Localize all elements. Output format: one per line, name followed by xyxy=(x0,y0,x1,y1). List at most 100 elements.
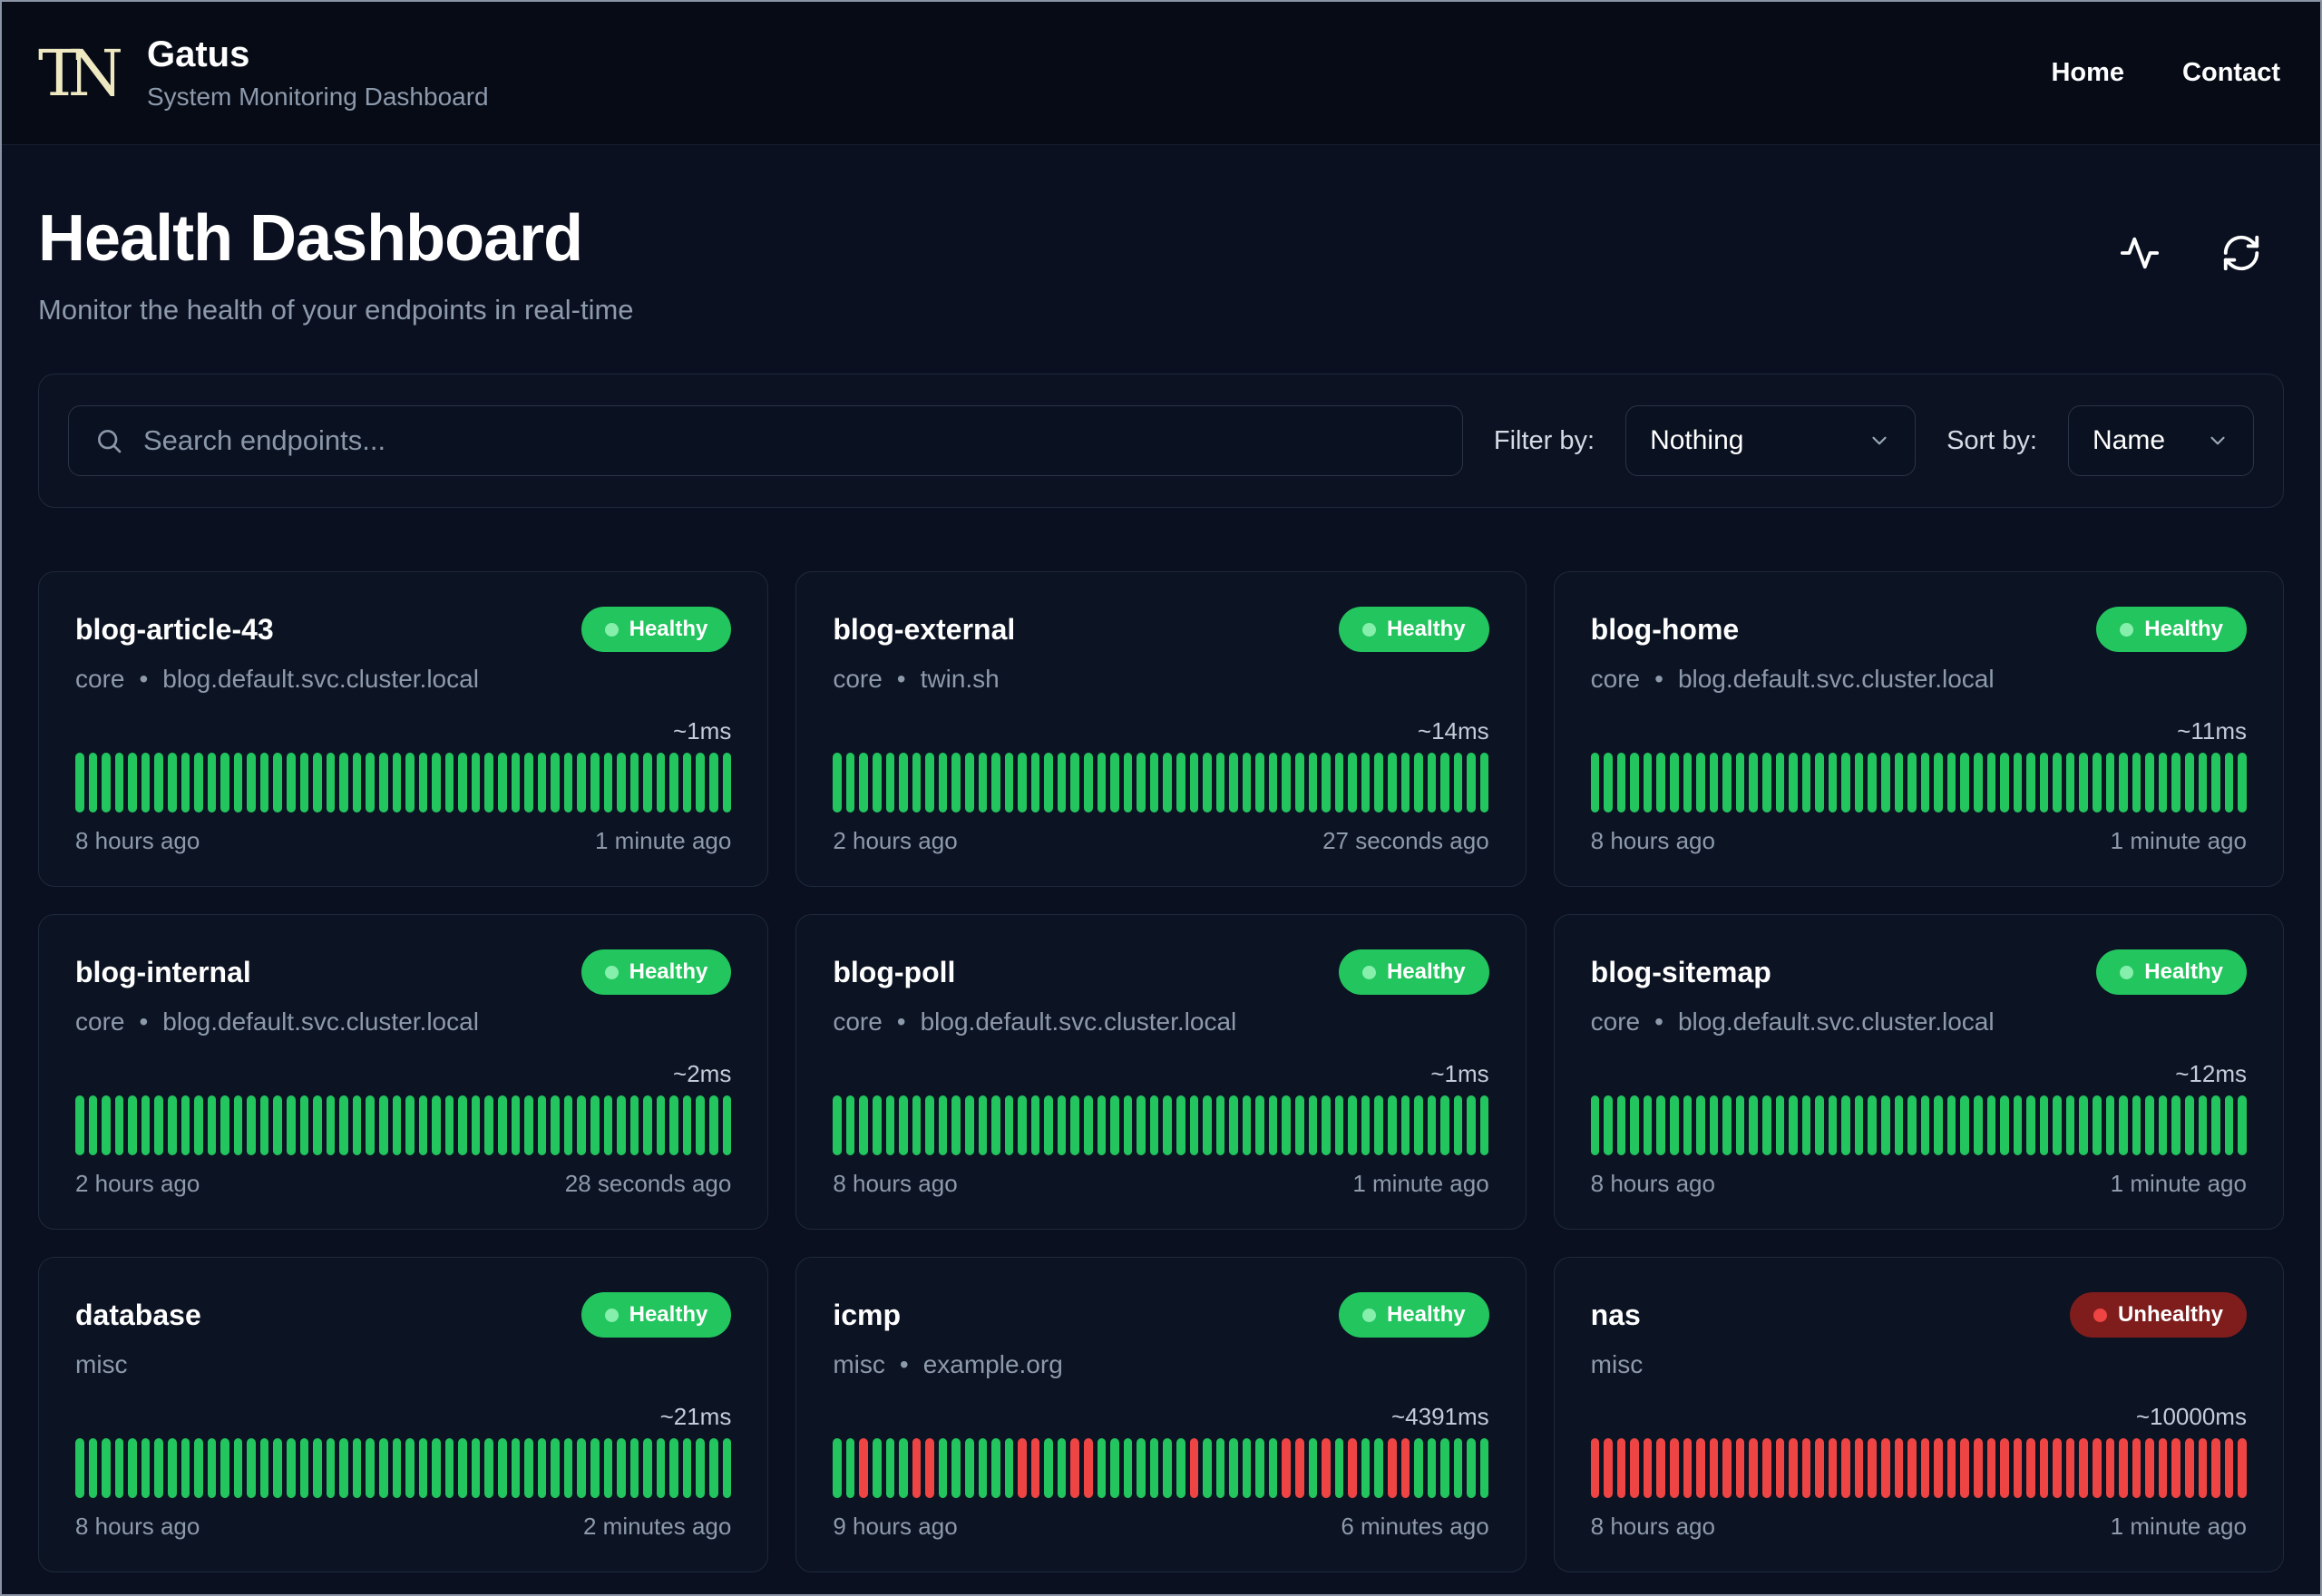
uptime-bar[interactable] xyxy=(233,753,243,813)
uptime-bar[interactable] xyxy=(1973,753,1983,813)
uptime-bar[interactable] xyxy=(194,1095,203,1155)
uptime-bar[interactable] xyxy=(1018,1095,1027,1155)
uptime-bar[interactable] xyxy=(2039,1095,2049,1155)
uptime-bar[interactable] xyxy=(1361,753,1371,813)
uptime-bar[interactable] xyxy=(167,1095,177,1155)
uptime-bar[interactable] xyxy=(511,753,521,813)
uptime-bar[interactable] xyxy=(1229,1095,1238,1155)
uptime-bar[interactable] xyxy=(247,1438,256,1498)
uptime-bar[interactable] xyxy=(2105,753,2115,813)
uptime-bar[interactable] xyxy=(643,753,652,813)
uptime-bar[interactable] xyxy=(88,1438,98,1498)
uptime-bar[interactable] xyxy=(75,1095,84,1155)
uptime-bar[interactable] xyxy=(2065,1095,2075,1155)
uptime-bar[interactable] xyxy=(938,1438,948,1498)
uptime-bar[interactable] xyxy=(366,1095,375,1155)
uptime-bar[interactable] xyxy=(432,1438,441,1498)
uptime-bar[interactable] xyxy=(885,753,895,813)
uptime-bar[interactable] xyxy=(951,753,961,813)
filter-select[interactable]: Nothing xyxy=(1625,405,1917,476)
uptime-bar[interactable] xyxy=(378,1438,388,1498)
uptime-bar[interactable] xyxy=(1044,1095,1053,1155)
endpoint-card[interactable]: nas Unhealthy misc • ~10000ms 8 hours ag… xyxy=(1553,1257,2284,1572)
uptime-bar[interactable] xyxy=(287,753,296,813)
uptime-bar[interactable] xyxy=(1479,753,1489,813)
uptime-bar[interactable] xyxy=(1881,753,1890,813)
uptime-bar[interactable] xyxy=(313,753,322,813)
uptime-bar[interactable] xyxy=(1427,753,1437,813)
uptime-bar[interactable] xyxy=(1894,1095,1904,1155)
uptime-bar[interactable] xyxy=(2184,1095,2194,1155)
uptime-bar[interactable] xyxy=(194,1438,203,1498)
uptime-bar[interactable] xyxy=(1268,1438,1278,1498)
uptime-bar[interactable] xyxy=(1841,753,1850,813)
uptime-bar[interactable] xyxy=(2224,1438,2234,1498)
uptime-bar[interactable] xyxy=(2053,1095,2062,1155)
uptime-bar[interactable] xyxy=(2132,753,2142,813)
uptime-bar[interactable] xyxy=(1709,1095,1719,1155)
uptime-bar[interactable] xyxy=(1854,753,1864,813)
uptime-bar[interactable] xyxy=(1894,753,1904,813)
uptime-bar[interactable] xyxy=(1656,1438,1666,1498)
uptime-bar[interactable] xyxy=(1176,1095,1185,1155)
uptime-bar[interactable] xyxy=(1334,753,1344,813)
uptime-bar[interactable] xyxy=(259,1095,269,1155)
uptime-bar[interactable] xyxy=(991,753,1000,813)
uptime-bar[interactable] xyxy=(2184,753,2194,813)
uptime-bar[interactable] xyxy=(1084,1095,1093,1155)
uptime-bar[interactable] xyxy=(709,1095,718,1155)
uptime-bar[interactable] xyxy=(1084,1438,1093,1498)
uptime-bar[interactable] xyxy=(1348,753,1357,813)
uptime-bar[interactable] xyxy=(1255,1095,1264,1155)
uptime-bar[interactable] xyxy=(339,753,348,813)
uptime-bar[interactable] xyxy=(1907,753,1917,813)
uptime-bar[interactable] xyxy=(577,1438,586,1498)
uptime-bar[interactable] xyxy=(964,753,974,813)
uptime-bar[interactable] xyxy=(418,1438,428,1498)
uptime-bar[interactable] xyxy=(1030,1095,1040,1155)
uptime-bar[interactable] xyxy=(498,753,507,813)
uptime-bar[interactable] xyxy=(392,753,402,813)
uptime-bar[interactable] xyxy=(444,1438,454,1498)
uptime-bar[interactable] xyxy=(833,1095,842,1155)
uptime-bar[interactable] xyxy=(1934,1438,1943,1498)
uptime-bar[interactable] xyxy=(1004,753,1014,813)
uptime-bar[interactable] xyxy=(912,753,922,813)
endpoint-card[interactable]: blog-external Healthy core • twin.sh ~14… xyxy=(795,571,1527,887)
uptime-bar[interactable] xyxy=(154,1438,163,1498)
uptime-bar[interactable] xyxy=(563,1095,573,1155)
uptime-bar[interactable] xyxy=(75,753,84,813)
uptime-bar[interactable] xyxy=(1440,1095,1449,1155)
uptime-bar[interactable] xyxy=(991,1095,1000,1155)
uptime-bar[interactable] xyxy=(1110,753,1119,813)
uptime-bar[interactable] xyxy=(1097,1095,1107,1155)
uptime-bar[interactable] xyxy=(859,1095,869,1155)
uptime-bar[interactable] xyxy=(1308,753,1318,813)
uptime-bar[interactable] xyxy=(617,1095,626,1155)
uptime-bar[interactable] xyxy=(1070,1438,1080,1498)
uptime-bar[interactable] xyxy=(1149,1095,1159,1155)
uptime-bar[interactable] xyxy=(1630,1438,1639,1498)
uptime-bar[interactable] xyxy=(1722,1095,1732,1155)
uptime-bar[interactable] xyxy=(1004,1438,1014,1498)
uptime-bar[interactable] xyxy=(643,1095,652,1155)
uptime-bar[interactable] xyxy=(1308,1095,1318,1155)
uptime-bar[interactable] xyxy=(1881,1095,1890,1155)
uptime-bar[interactable] xyxy=(458,1095,467,1155)
uptime-bar[interactable] xyxy=(2105,1095,2115,1155)
uptime-bar[interactable] xyxy=(537,1095,547,1155)
uptime-bar[interactable] xyxy=(313,1438,322,1498)
uptime-bar[interactable] xyxy=(1683,1095,1693,1155)
uptime-bar[interactable] xyxy=(964,1438,974,1498)
endpoint-card[interactable]: icmp Healthy misc • example.org ~4391ms … xyxy=(795,1257,1527,1572)
uptime-bar[interactable] xyxy=(696,1095,705,1155)
uptime-bar[interactable] xyxy=(682,1095,692,1155)
uptime-bar[interactable] xyxy=(1479,1438,1489,1498)
uptime-bar[interactable] xyxy=(1453,753,1463,813)
uptime-bar[interactable] xyxy=(2053,1438,2062,1498)
uptime-bar[interactable] xyxy=(1387,753,1397,813)
uptime-bar[interactable] xyxy=(1841,1095,1850,1155)
uptime-bar[interactable] xyxy=(2079,1438,2089,1498)
uptime-bar[interactable] xyxy=(2132,1095,2142,1155)
uptime-bar[interactable] xyxy=(1322,1438,1331,1498)
